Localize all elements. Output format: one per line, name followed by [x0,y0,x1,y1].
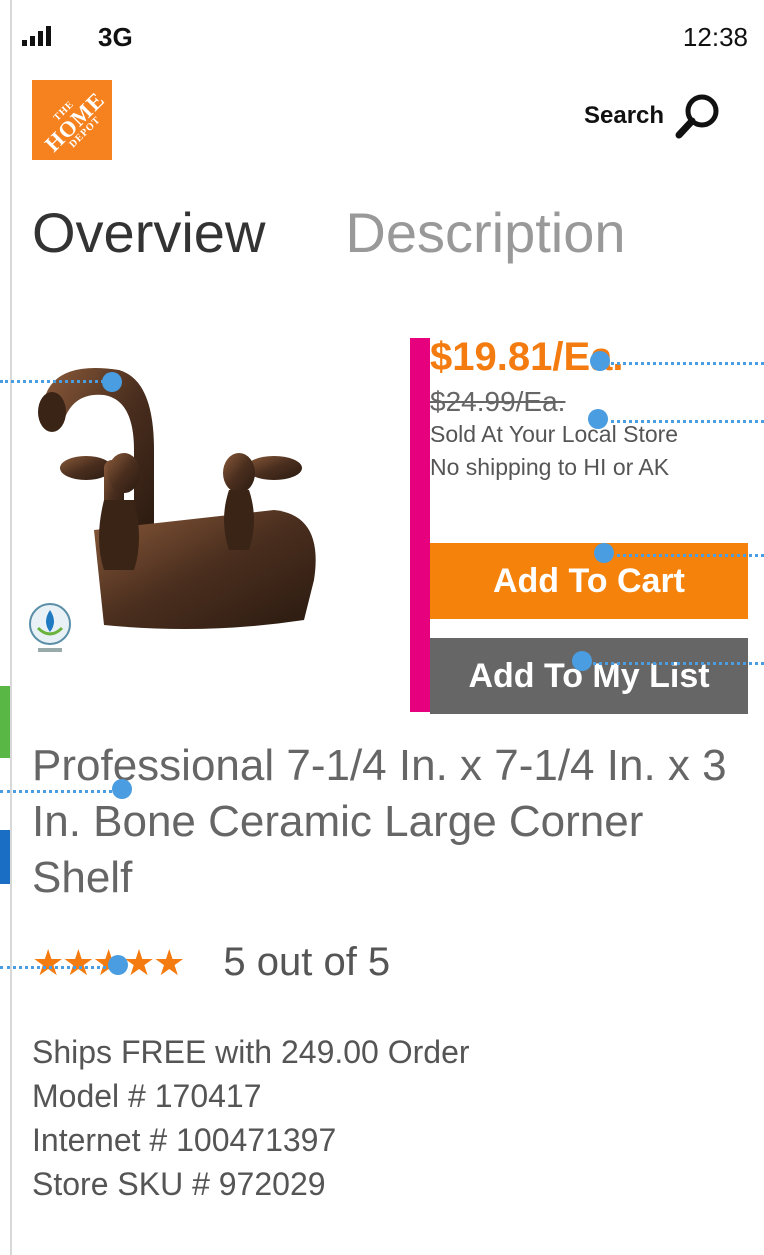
callout-line-image [0,380,104,383]
shipping-note: No shipping to HI or AK [430,454,670,480]
hotspot-original-price [588,409,608,429]
callout-line-title [0,790,118,793]
callout-line-sale-price [606,362,764,365]
status-bar: 3G 12:38 [12,14,752,58]
product-details: Ships FREE with 249.00 Order Model # 170… [32,1030,470,1206]
hotspot-image [102,372,122,392]
model-number: Model # 170417 [32,1078,262,1114]
price-accent-bar [410,338,430,712]
shipping-info: Ships FREE with 249.00 Order [32,1034,470,1070]
tab-overview[interactable]: Overview [32,200,265,265]
internet-number: Internet # 100471397 [32,1122,337,1158]
side-accent-green [0,686,10,758]
search-button[interactable]: Search [584,92,722,140]
watersense-badge-icon [29,603,71,652]
hotspot-rating [108,955,128,975]
callout-line-list [588,662,764,665]
search-icon [675,94,719,139]
callout-line-rating [0,966,112,969]
network-type: 3G [98,22,133,52]
hotspot-sale-price [590,351,610,371]
add-to-list-button[interactable]: Add To My List [430,638,748,714]
clock: 12:38 [682,22,748,52]
rating-text: 5 out of 5 [223,940,391,984]
hotspot-add-to-list [572,651,592,671]
product-title: Professional 7-1/4 In. x 7-1/4 In. x 3 I… [32,741,727,902]
hotspot-title [112,779,132,799]
store-sku: Store SKU # 972029 [32,1166,326,1202]
tab-description[interactable]: Description [345,200,625,265]
search-label: Search [584,102,665,129]
signal-strength-icon [22,26,51,46]
product-image[interactable] [24,340,354,660]
side-accent-blue [0,830,10,884]
callout-line-original-price [604,420,764,423]
hotspot-add-to-cart [594,543,614,563]
home-depot-logo[interactable]: THE HOME DEPOT [32,80,112,160]
callout-line-cart [610,554,764,557]
logo-wordmark: THE HOME DEPOT [39,86,110,157]
rating-row[interactable]: ★★★★★ 5 out of 5 [32,940,390,985]
tab-bar: Overview Description [32,200,626,265]
